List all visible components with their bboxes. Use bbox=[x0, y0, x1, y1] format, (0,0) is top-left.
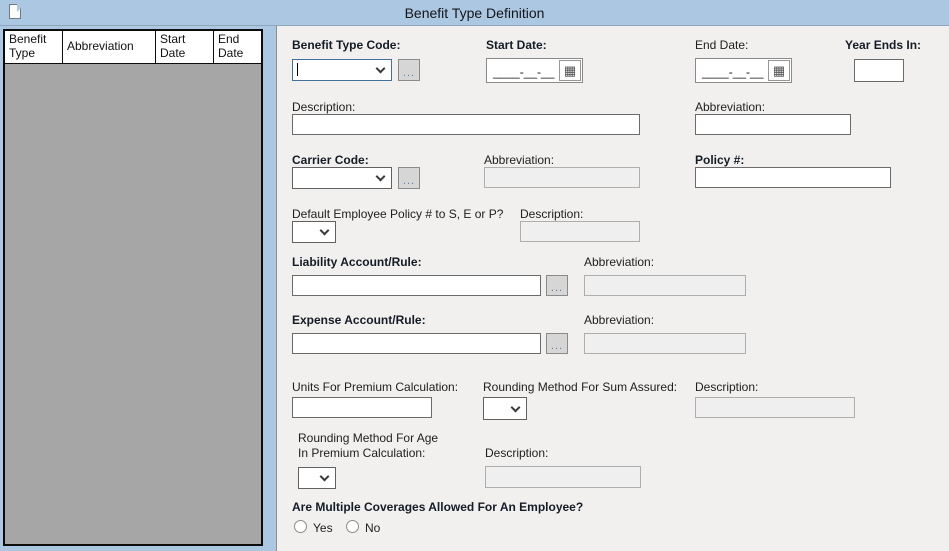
units-premium-label: Units For Premium Calculation: bbox=[292, 380, 458, 394]
multiple-coverages-no-label[interactable]: No bbox=[365, 521, 380, 535]
abbreviation-input[interactable] bbox=[695, 114, 851, 135]
rounding-sum-description-readonly bbox=[695, 397, 855, 418]
default-policy-combo[interactable] bbox=[292, 221, 336, 243]
dropdown-arrow-icon[interactable] bbox=[320, 472, 330, 482]
rounding-sum-description-label: Description: bbox=[695, 380, 758, 394]
rounding-sum-label: Rounding Method For Sum Assured: bbox=[483, 380, 677, 394]
grid-column-benefit-type[interactable]: Benefit Type bbox=[5, 31, 63, 63]
liability-account-label: Liability Account/Rule: bbox=[292, 255, 422, 269]
expense-abbreviation-readonly bbox=[584, 333, 746, 354]
multiple-coverages-label: Are Multiple Coverages Allowed For An Em… bbox=[292, 500, 583, 514]
rounding-age-label-line2: In Premium Calculation: bbox=[298, 446, 425, 460]
grid-column-start-date[interactable]: Start Date bbox=[156, 31, 214, 63]
carrier-code-label: Carrier Code: bbox=[292, 153, 369, 167]
expense-account-browse-button[interactable]: ... bbox=[546, 333, 568, 354]
end-date-mask[interactable]: ____-__-__ bbox=[696, 59, 767, 82]
dropdown-arrow-icon[interactable] bbox=[376, 172, 386, 182]
grid-header: Benefit Type Abbreviation Start Date End… bbox=[5, 31, 261, 64]
start-date-label: Start Date: bbox=[486, 38, 547, 52]
text-caret bbox=[297, 63, 298, 76]
benefit-type-grid[interactable]: Benefit Type Abbreviation Start Date End… bbox=[3, 29, 263, 546]
multiple-coverages-yes-radio[interactable] bbox=[294, 520, 307, 533]
end-date-calendar-button[interactable]: ▦ bbox=[768, 60, 790, 81]
end-date-label: End Date: bbox=[695, 38, 748, 52]
units-premium-input[interactable] bbox=[292, 397, 432, 418]
year-ends-in-label: Year Ends In: bbox=[845, 38, 921, 52]
carrier-abbreviation-label: Abbreviation: bbox=[484, 153, 554, 167]
multiple-coverages-yes-label[interactable]: Yes bbox=[313, 521, 333, 535]
liability-account-browse-button[interactable]: ... bbox=[546, 275, 568, 296]
liability-account-input[interactable] bbox=[292, 275, 541, 296]
rounding-age-description-readonly bbox=[485, 466, 641, 488]
default-policy-description-readonly bbox=[520, 221, 640, 242]
titlebar: Benefit Type Definition bbox=[0, 0, 949, 26]
carrier-code-combo[interactable] bbox=[292, 167, 392, 189]
policy-number-label: Policy #: bbox=[695, 153, 744, 167]
grid-column-abbreviation[interactable]: Abbreviation bbox=[63, 31, 156, 63]
rounding-age-combo[interactable] bbox=[298, 467, 336, 489]
description-input[interactable] bbox=[292, 114, 640, 135]
rounding-sum-combo[interactable] bbox=[483, 397, 527, 420]
benefit-type-code-label: Benefit Type Code: bbox=[292, 38, 400, 52]
benefit-type-code-combo[interactable] bbox=[292, 59, 392, 81]
calendar-icon: ▦ bbox=[773, 64, 785, 77]
expense-account-input[interactable] bbox=[292, 333, 541, 354]
rounding-age-description-label: Description: bbox=[485, 446, 548, 460]
benefit-type-code-browse-button[interactable]: ... bbox=[398, 59, 420, 81]
grid-body-empty[interactable] bbox=[5, 64, 261, 544]
dropdown-arrow-icon[interactable] bbox=[511, 403, 521, 413]
calendar-icon: ▦ bbox=[564, 64, 576, 77]
start-date-mask[interactable]: ____-__-__ bbox=[487, 59, 558, 82]
description-label: Description: bbox=[292, 100, 355, 114]
start-date-calendar-button[interactable]: ▦ bbox=[559, 60, 581, 81]
abbreviation-label: Abbreviation: bbox=[695, 100, 765, 114]
dropdown-arrow-icon[interactable] bbox=[376, 64, 386, 74]
carrier-code-browse-button[interactable]: ... bbox=[398, 167, 420, 189]
liability-abbreviation-readonly bbox=[584, 275, 746, 296]
default-policy-description-label: Description: bbox=[520, 207, 583, 221]
window-title: Benefit Type Definition bbox=[0, 5, 949, 21]
carrier-abbreviation-readonly bbox=[484, 167, 640, 188]
multiple-coverages-no-radio[interactable] bbox=[346, 520, 359, 533]
policy-number-input[interactable] bbox=[695, 167, 891, 188]
end-date-field[interactable]: ____-__-__ ▦ bbox=[695, 58, 792, 83]
expense-account-label: Expense Account/Rule: bbox=[292, 313, 426, 327]
year-ends-in-input[interactable] bbox=[854, 59, 904, 82]
dropdown-arrow-icon[interactable] bbox=[320, 226, 330, 236]
benefit-form-panel: Benefit Type Code: ... Start Date: ____-… bbox=[276, 26, 949, 551]
rounding-age-label-line1: Rounding Method For Age bbox=[298, 431, 438, 445]
benefit-type-definition-window: { "window": { "title": "Benefit Type Def… bbox=[0, 0, 949, 551]
default-policy-label: Default Employee Policy # to S, E or P? bbox=[292, 207, 503, 221]
expense-abbreviation-label: Abbreviation: bbox=[584, 313, 654, 327]
liability-abbreviation-label: Abbreviation: bbox=[584, 255, 654, 269]
grid-column-end-date[interactable]: End Date bbox=[214, 31, 261, 63]
start-date-field[interactable]: ____-__-__ ▦ bbox=[486, 58, 583, 83]
